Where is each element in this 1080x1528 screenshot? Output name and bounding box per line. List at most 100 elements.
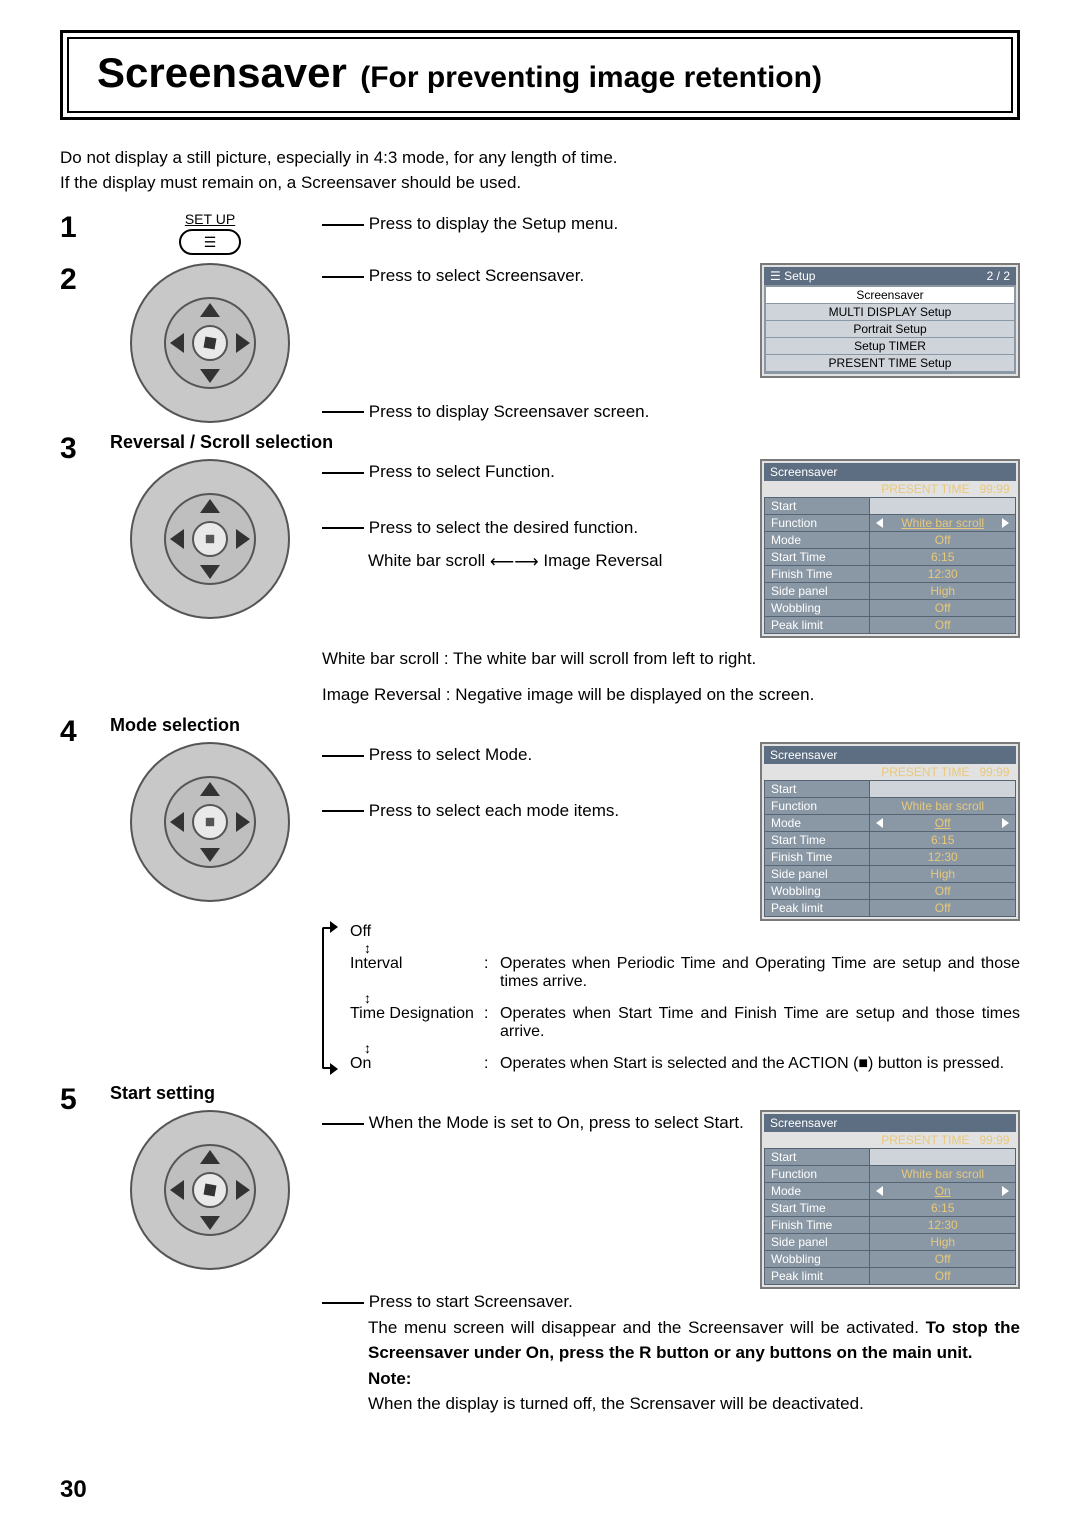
- present-time-cell: PRESENT TIME 99:99: [765, 481, 1016, 498]
- leader-line: [322, 810, 364, 812]
- mode-on-desc: Operates when Start is selected and the …: [500, 1055, 1020, 1073]
- dpad-graphic: [130, 459, 290, 619]
- function-toggle-row: White bar scroll ⟵⟶ Image Reversal: [368, 548, 748, 574]
- left-arrow-icon: [170, 1180, 184, 1200]
- step-3-heading: Reversal / Scroll selection: [110, 432, 1020, 453]
- step-3-line-2: Press to select the desired function.: [369, 518, 638, 537]
- step-5: 5 Start setting Whe: [60, 1083, 1020, 1417]
- toggle-right-label: Image Reversal: [543, 551, 662, 570]
- up-down-arrow-icon: ↕: [364, 1041, 1020, 1055]
- step-2: 2: [60, 263, 1020, 424]
- right-arrow-icon: [1002, 518, 1009, 528]
- mode-interval-desc: Operates when Periodic Time and Operatin…: [500, 955, 1020, 991]
- step-1-number: 1: [60, 211, 100, 255]
- left-arrow-icon: [876, 518, 883, 528]
- step-5-heading: Start setting: [110, 1083, 1020, 1104]
- leader-line: [322, 411, 364, 413]
- right-arrow-icon: [1002, 818, 1009, 828]
- setup-button-graphic: SET UP ☰: [179, 211, 241, 255]
- step-5-line-2: Press to start Screensaver.: [369, 1292, 573, 1311]
- menu-item-timer: Setup TIMER: [766, 338, 1014, 355]
- step-1: 1 SET UP ☰ Press to display the Setup me…: [60, 211, 1020, 255]
- right-arrow-icon: [1002, 1186, 1009, 1196]
- leader-line: [322, 224, 364, 226]
- mode-timedes-label: Time Designation: [350, 1005, 478, 1023]
- step-5-line-3a: The menu screen will disappear and the S…: [368, 1318, 926, 1337]
- step-4-heading: Mode selection: [110, 715, 1020, 736]
- leader-line: [322, 755, 364, 757]
- up-arrow-icon: [200, 499, 220, 513]
- dpad-graphic: [130, 742, 290, 902]
- left-arrow-icon: [170, 812, 184, 832]
- menu-item-multidisplay: MULTI DISPLAY Setup: [766, 304, 1014, 321]
- setup-menu-panel: ☰ Setup 2 / 2 Screensaver MULTI DISPLAY …: [760, 263, 1020, 378]
- step-3: 3 Reversal / Scroll selection: [60, 432, 1020, 707]
- step-3-line-4: Image Reversal : Negative image will be …: [322, 682, 1020, 708]
- up-arrow-icon: [200, 782, 220, 796]
- up-down-arrow-icon: ↕: [364, 941, 1020, 955]
- dpad-graphic: [130, 263, 290, 423]
- step-5-line-4: When the display is turned off, the Scre…: [368, 1391, 1020, 1417]
- note-label: Note:: [368, 1366, 1020, 1392]
- left-arrow-icon: [876, 1186, 883, 1196]
- step-1-text: Press to display the Setup menu.: [369, 214, 618, 233]
- step-3-line-3: White bar scroll : The white bar will sc…: [322, 646, 1020, 672]
- leader-line: [322, 1302, 364, 1304]
- right-arrow-icon: [236, 333, 250, 353]
- ss-panel-title: Screensaver: [770, 465, 837, 479]
- screensaver-panel-a: Screensaver PRESENT TIME 99:99 Start Fun…: [760, 459, 1020, 638]
- down-arrow-icon: [200, 1216, 220, 1230]
- step-2-text-bottom: Press to display Screensaver screen.: [369, 402, 650, 421]
- step-2-number: 2: [60, 263, 100, 424]
- menu-item-portrait: Portrait Setup: [766, 321, 1014, 338]
- ss-panel-title: Screensaver: [770, 748, 837, 762]
- setup-button-label: SET UP: [185, 211, 235, 227]
- menu-item-presenttime: PRESENT TIME Setup: [766, 355, 1014, 372]
- left-arrow-icon: [876, 818, 883, 828]
- mode-timedes-desc: Operates when Start Time and Finish Time…: [500, 1005, 1020, 1041]
- left-arrow-icon: [170, 333, 184, 353]
- menu-item-screensaver: Screensaver: [766, 287, 1014, 304]
- page-title: Screensaver: [97, 49, 347, 96]
- title-frame: Screensaver (For preventing image retent…: [60, 30, 1020, 120]
- up-arrow-icon: [200, 303, 220, 317]
- menu-icon: ☰: [204, 235, 217, 249]
- step-4-line-1: Press to select Mode.: [369, 745, 532, 764]
- page-number: 30: [60, 1476, 87, 1504]
- leader-line: [322, 527, 364, 529]
- right-arrow-icon: [236, 812, 250, 832]
- present-time-cell: PRESENT TIME 99:99: [765, 764, 1016, 781]
- right-arrow-icon: [236, 1180, 250, 1200]
- mode-interval-label: Interval: [350, 955, 478, 973]
- leader-line: [322, 276, 364, 278]
- mode-off-label: Off: [350, 923, 478, 941]
- step-5-number: 5: [60, 1083, 100, 1417]
- page-subtitle: (For preventing image retention): [360, 61, 822, 94]
- down-arrow-icon: [200, 848, 220, 862]
- step-4-number: 4: [60, 715, 100, 1075]
- title-inner: Screensaver (For preventing image retent…: [67, 37, 1013, 113]
- mode-options-bracket: Off ↕ Interval : Operates when Periodic …: [322, 923, 1020, 1073]
- left-arrow-icon: [170, 529, 184, 549]
- setup-panel-title: ☰ Setup: [770, 269, 815, 283]
- intro-line-1: Do not display a still picture, especial…: [60, 146, 1020, 171]
- left-right-arrow-icon: ⟵⟶: [490, 549, 539, 575]
- step-4: 4 Mode selection Pr: [60, 715, 1020, 1075]
- toggle-left-label: White bar scroll: [368, 551, 485, 570]
- intro-text: Do not display a still picture, especial…: [60, 146, 1020, 195]
- screensaver-panel-c: Screensaver PRESENT TIME 99:99 Start Fun…: [760, 1110, 1020, 1289]
- step-5-line-1: When the Mode is set to On, press to sel…: [369, 1113, 744, 1132]
- setup-button-icon: ☰: [179, 229, 241, 255]
- bracket-arrow-icon: [330, 1063, 338, 1075]
- up-down-arrow-icon: ↕: [364, 991, 1020, 1005]
- right-arrow-icon: [236, 529, 250, 549]
- step-3-number: 3: [60, 432, 100, 707]
- step-2-text-top: Press to select Screensaver.: [369, 266, 584, 285]
- setup-panel-page: 2 / 2: [987, 269, 1010, 283]
- present-time-cell: PRESENT TIME 99:99: [765, 1132, 1016, 1149]
- leader-line: [322, 472, 364, 474]
- bracket-arrow-icon: [330, 921, 338, 933]
- step-3-line-1: Press to select Function.: [369, 462, 555, 481]
- intro-line-2: If the display must remain on, a Screens…: [60, 171, 1020, 196]
- menu-icon: ☰: [770, 269, 784, 283]
